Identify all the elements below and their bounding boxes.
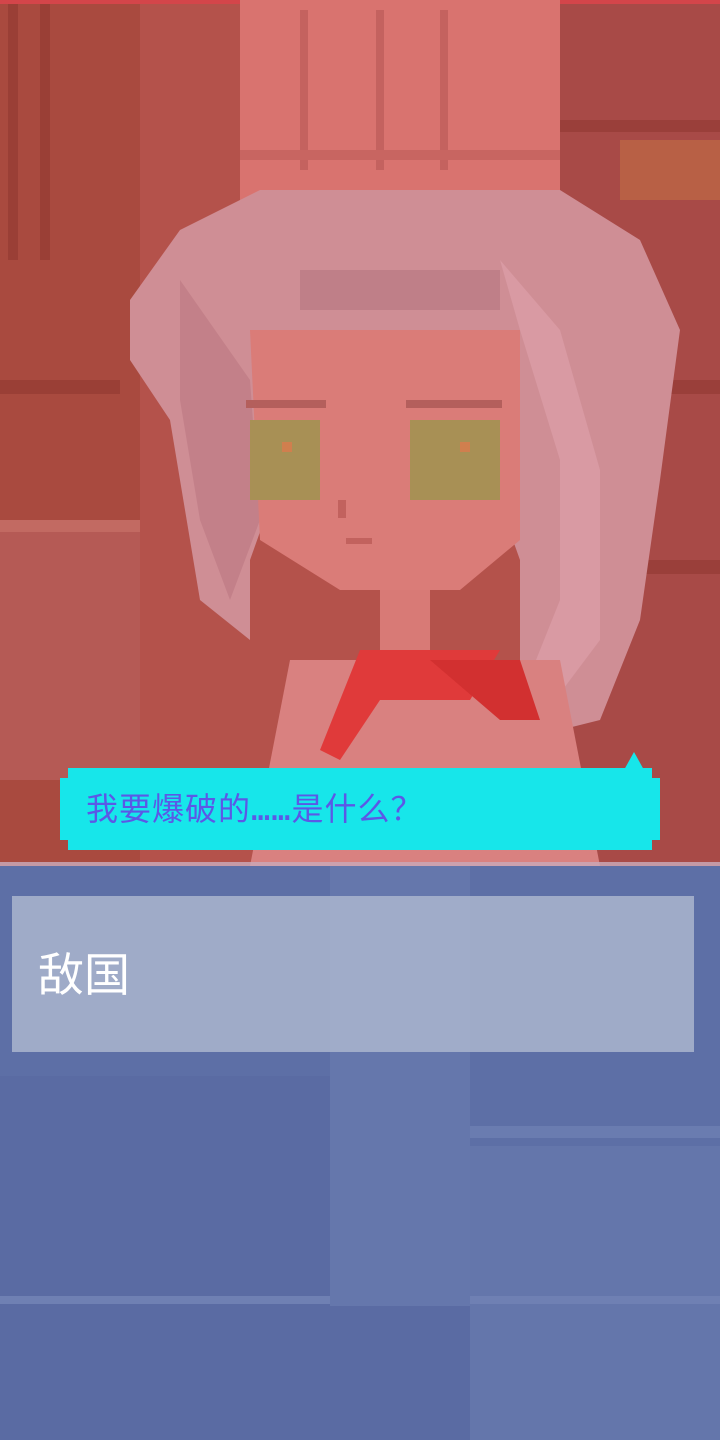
dialogue-question: 我要爆破的……是什么？ [86, 790, 424, 828]
choice-label[interactable]: 敌国 [38, 942, 130, 1008]
character-portrait-area [0, 0, 720, 866]
game-scene: 我要爆破的……是什么？ 敌国 [0, 0, 720, 1440]
character-portrait [0, 0, 720, 866]
screen-divider [0, 862, 720, 866]
